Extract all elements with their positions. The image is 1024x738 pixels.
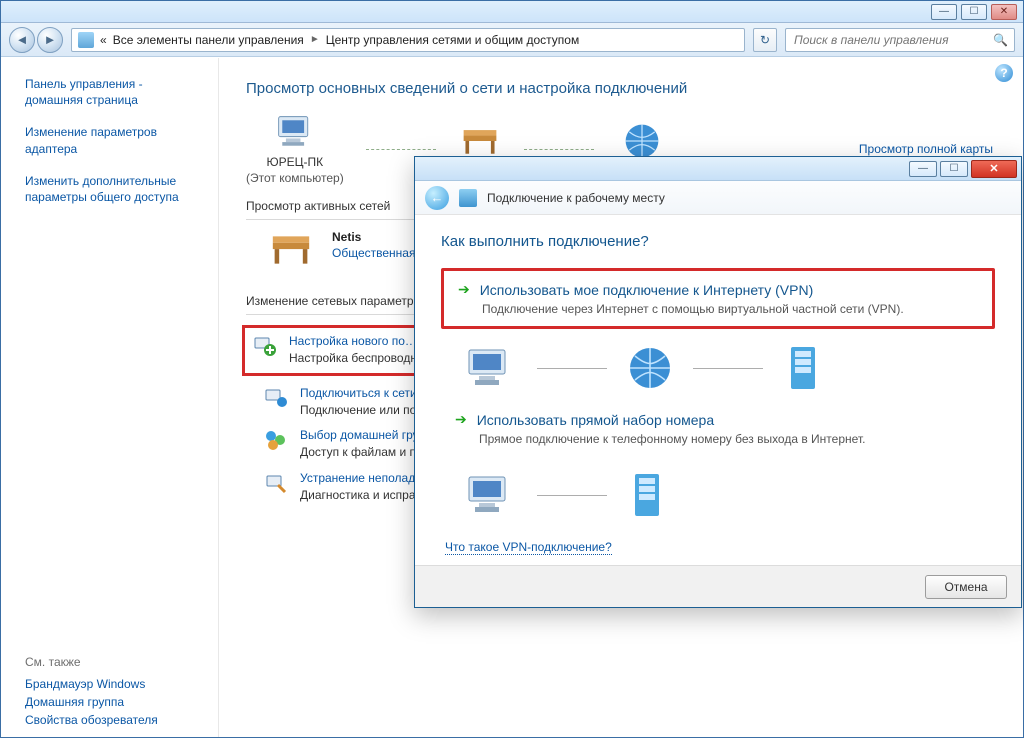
connect-workplace-dialog: — ☐ ✕ ← Подключение к рабочему месту Как… [414,156,1022,608]
globe-icon [625,344,675,392]
diagram-line [693,368,763,369]
sidebar: Панель управления - домашняя страница Из… [1,58,219,737]
sidebar-home-link[interactable]: Панель управления - домашняя страница [25,76,202,108]
page-title: Просмотр основных сведений о сети и наст… [246,80,993,97]
dialog-minimize-button[interactable]: — [909,161,937,177]
maximize-button[interactable]: ☐ [961,4,987,20]
globe-icon [620,121,664,161]
diagram-line [537,368,607,369]
cancel-button[interactable]: Отмена [925,575,1007,599]
see-also-browser-props[interactable]: Свойства обозревателя [25,713,206,727]
dialog-toolbar: ← Подключение к рабочему месту [415,181,1021,215]
sidebar-adapter-settings[interactable]: Изменение параметров адаптера [25,124,202,156]
option-vpn[interactable]: ➔ Использовать мое подключение к Интерне… [441,268,995,329]
see-also-header: См. также [25,655,206,669]
breadcrumb[interactable]: « Все элементы панели управления ► Центр… [71,28,745,52]
map-computer-label: ЮРЕЦ-ПК [267,155,324,169]
breadcrumb-sep: ► [310,34,320,45]
map-computer: ЮРЕЦ-ПК (Этот компьютер) [246,113,344,185]
computer-icon [463,344,519,392]
computer-icon [463,471,519,519]
nav-back-button[interactable]: ◄ [9,27,35,53]
router-icon [458,121,502,161]
dialog-heading: Как выполнить подключение? [441,233,995,250]
map-line-1 [366,149,436,150]
vpn-help-link[interactable]: Что такое VPN-подключение? [445,540,612,555]
dialog-footer: Отмена [415,565,1021,607]
option-vpn-desc: Подключение через Интернет с помощью вир… [482,302,978,316]
option-dialup[interactable]: ➔ Использовать прямой набор номера Прямо… [441,401,995,456]
server-icon [625,470,669,520]
control-panel-icon [78,32,94,48]
option-vpn-title: Использовать мое подключение к Интернету… [480,282,814,298]
vpn-diagram [463,343,995,393]
dialog-title: Подключение к рабочему месту [487,191,665,205]
explorer-titlebar: — ☐ ✕ [1,1,1023,23]
dialup-diagram [463,470,995,520]
connect-network-icon [264,386,288,410]
computer-icon [273,113,317,153]
see-also-firewall[interactable]: Брандмауэр Windows [25,677,206,691]
diagram-line [537,495,607,496]
dialog-back-button[interactable]: ← [425,186,449,210]
dialog-titlebar: — ☐ ✕ [415,157,1021,181]
search-box[interactable]: 🔍 [785,28,1015,52]
arrow-icon: ➔ [458,281,470,298]
server-icon [781,343,825,393]
dialog-close-button[interactable]: ✕ [971,160,1017,178]
refresh-button[interactable]: ↻ [753,28,777,52]
close-button[interactable]: ✕ [991,4,1017,20]
homegroup-icon [264,428,288,452]
dialog-maximize-button[interactable]: ☐ [940,161,968,177]
minimize-button[interactable]: — [931,4,957,20]
troubleshoot-icon [264,471,288,495]
map-line-2 [524,149,594,150]
search-icon: 🔍 [993,33,1008,47]
dialog-body: Как выполнить подключение? ➔ Использоват… [415,215,1021,566]
breadcrumb-1[interactable]: Все элементы панели управления [113,33,304,47]
map-computer-note: (Этот компьютер) [246,171,344,185]
bench-icon [264,230,318,270]
workplace-icon [459,189,477,207]
sidebar-sharing-settings[interactable]: Изменить дополнительные параметры общего… [25,173,202,205]
nav-forward-button[interactable]: ► [37,27,63,53]
address-bar: ◄ ► « Все элементы панели управления ► Ц… [1,23,1023,57]
arrow-icon: ➔ [455,411,467,428]
breadcrumb-prefix: « [100,33,107,47]
setup-connection-icon [253,334,277,358]
search-input[interactable] [792,32,987,48]
breadcrumb-2[interactable]: Центр управления сетями и общим доступом [326,33,580,47]
see-also-homegroup[interactable]: Домашняя группа [25,695,206,709]
full-map-link[interactable]: Просмотр полной карты [859,142,993,156]
option-dialup-desc: Прямое подключение к телефонному номеру … [479,432,981,446]
option-dialup-title: Использовать прямой набор номера [477,412,714,428]
